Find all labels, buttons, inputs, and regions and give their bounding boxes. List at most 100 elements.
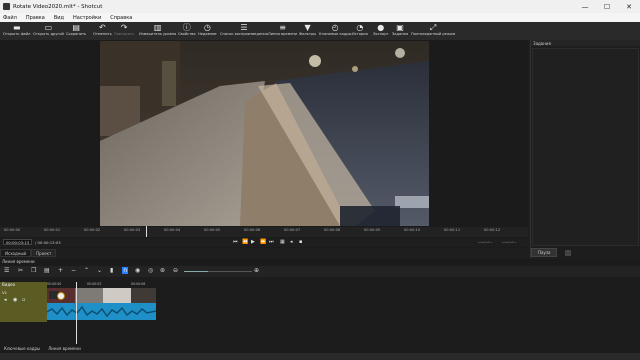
fullscreen-button[interactable]: ⤢ Полноэкранный режим <box>411 22 455 40</box>
timeline-zoom-fill <box>184 271 208 272</box>
jobs-button[interactable]: ▣ Задания <box>392 22 408 40</box>
position-timecode[interactable]: 00:00:03:13 <box>3 239 33 245</box>
timeline-ruler-label: 00:00:06 <box>131 282 146 286</box>
snap-icon[interactable]: ∩ <box>122 267 129 274</box>
menu-view[interactable]: Вид <box>54 15 64 21</box>
cut-icon[interactable]: ✂ <box>18 267 23 274</box>
playlist-button[interactable]: ☰ Список воспроизведения <box>220 22 268 40</box>
timeline-ruler-label: 00:00:00 <box>47 282 62 286</box>
skip-next-icon[interactable]: ⏭ <box>269 239 274 245</box>
append-icon[interactable]: + <box>58 267 63 274</box>
lock-icon[interactable]: ▫ <box>22 297 25 303</box>
filter-icon: ▼ <box>304 23 311 32</box>
ruler-label: 00:00:02 <box>84 228 101 232</box>
in-point-timecode[interactable]: --:--:--:-- <box>478 240 492 244</box>
play-icon[interactable]: ▶ <box>251 239 255 245</box>
jobs-list[interactable] <box>532 48 639 246</box>
maximize-button[interactable]: ☐ <box>596 3 618 11</box>
jobs-controls: Пауза <box>531 248 572 257</box>
skip-previous-icon[interactable]: ⏮ <box>233 239 238 245</box>
menu-help[interactable]: Справка <box>110 15 132 21</box>
hide-track-icon[interactable]: ◉ <box>13 297 17 303</box>
zoom-icon[interactable]: ▪ <box>299 239 302 245</box>
open-other-button[interactable]: ▭ Открыть другой <box>33 22 64 40</box>
folder-icon: ▬ <box>12 23 21 32</box>
ruler-label: 00:00:10 <box>404 228 421 232</box>
menu-edit[interactable]: Правка <box>26 15 45 21</box>
shotcut-app-icon <box>3 3 10 10</box>
audio-meter-button[interactable]: ▥ Измеритель уровня <box>139 22 176 40</box>
duration-label: / 00:00:13:03 <box>35 240 61 245</box>
timeline-menu-icon[interactable]: ☰ <box>4 267 9 274</box>
timeline-playhead[interactable] <box>76 282 77 344</box>
jobs-panel-title: Задания <box>531 40 640 46</box>
recent-button[interactable]: ◷ Недавние <box>198 22 217 40</box>
paste-icon[interactable]: ▤ <box>44 267 50 274</box>
timeline-toolbar: ☰ ✂ ❐ ▤ + − ⌃ ⌄ ▮ ∩ ◉ ◎ ⊛ ⊖ ⊕ <box>0 266 640 277</box>
track-header-v1[interactable]: Видео V1 ◂ ◉ ▫ <box>0 282 47 322</box>
out-point-timecode[interactable]: --:--:--:-- <box>502 240 516 244</box>
ruler-label: 00:00:11 <box>444 228 461 232</box>
properties-button[interactable]: ⓘ Свойства <box>178 22 196 40</box>
export-button[interactable]: ● Экспорт <box>373 22 389 40</box>
history-button[interactable]: ◔ История <box>352 22 368 40</box>
track-id: V1 <box>2 290 8 295</box>
meter-icon: ▥ <box>153 23 162 32</box>
transport-bar: 00:00:03:13 / 00:00:13:03 ⏮ ⏪ ▶ ⏩ ⏭ ▦ ◂ … <box>0 238 528 247</box>
video-preview[interactable] <box>100 41 429 226</box>
lift-icon[interactable]: ⌃ <box>84 267 89 274</box>
window-title: Rotate Video2020.mlt* - Shotcut <box>13 3 103 10</box>
timeline-button[interactable]: ≡ Линия времени <box>268 22 297 40</box>
timeline-ruler-label: 00:00:03 <box>87 282 102 286</box>
timeline-clip[interactable] <box>47 288 156 320</box>
volume-icon[interactable]: ◂ <box>290 239 293 245</box>
redo-button[interactable]: ↷ Повторить <box>114 22 134 40</box>
ruler-label: 00:00:05 <box>204 228 221 232</box>
fast-forward-icon[interactable]: ⏩ <box>260 239 266 245</box>
keyframes-button[interactable]: ◴ Ключевые кадры <box>319 22 352 40</box>
close-button[interactable]: ✕ <box>618 3 640 11</box>
zoom-in-icon[interactable]: ⊕ <box>254 267 259 274</box>
ruler-label: 00:00:04 <box>164 228 181 232</box>
scrub-icon[interactable]: ◉ <box>135 267 140 274</box>
timeline-icon: ≡ <box>279 23 286 32</box>
ruler-label: 00:00:07 <box>284 228 301 232</box>
track-name: Видео <box>2 282 16 287</box>
open-file-button[interactable]: ▬ Открыть файл <box>3 22 30 40</box>
ripple-all-icon[interactable]: ⊛ <box>160 267 165 274</box>
mute-icon[interactable]: ◂ <box>4 297 7 303</box>
save-button[interactable]: ▤ Сохранить <box>66 22 86 40</box>
filters-button[interactable]: ▼ Фильтры <box>299 22 316 40</box>
clip-fade-handle[interactable] <box>57 292 65 300</box>
open-other-icon: ▭ <box>44 23 53 32</box>
ruler-label: 00:00:01 <box>44 228 61 232</box>
fullscreen-icon: ⤢ <box>429 23 437 32</box>
jobs-icon: ▣ <box>396 23 404 32</box>
grid-toggle-icon[interactable]: ▦ <box>280 239 285 245</box>
ruler-label: 00:00:06 <box>244 228 261 232</box>
bottom-tabs: Ключевые кадры Линия времени <box>0 344 640 353</box>
zoom-out-icon[interactable]: ⊖ <box>173 267 178 274</box>
rewind-icon[interactable]: ⏪ <box>242 239 248 245</box>
menu-settings[interactable]: Настройки <box>73 15 101 21</box>
remove-icon[interactable]: − <box>71 267 76 274</box>
timeline-panel-title: Линия времени <box>0 259 640 266</box>
player-ruler[interactable]: 00:00:00 00:00:01 00:00:02 00:00:03 00:0… <box>0 227 528 237</box>
recent-icon: ◷ <box>203 23 211 32</box>
jobs-menu-icon[interactable] <box>565 249 572 256</box>
ruler-label: 00:00:09 <box>364 228 381 232</box>
split-icon[interactable]: ▮ <box>110 267 113 274</box>
tab-timeline[interactable]: Линия времени <box>44 344 85 353</box>
save-icon: ▤ <box>72 23 80 32</box>
tab-source[interactable]: Исходный <box>0 249 32 257</box>
tab-project[interactable]: Проект <box>31 249 57 257</box>
pause-jobs-button[interactable]: Пауза <box>531 248 558 257</box>
tab-keyframes[interactable]: Ключевые кадры <box>0 344 44 353</box>
player-playhead[interactable] <box>146 226 147 237</box>
overwrite-icon[interactable]: ⌄ <box>97 267 102 274</box>
undo-button[interactable]: ↶ Отменить <box>93 22 112 40</box>
minimize-button[interactable]: — <box>574 3 596 11</box>
ripple-icon[interactable]: ◎ <box>148 267 153 274</box>
copy-icon[interactable]: ❐ <box>31 267 36 274</box>
menu-file[interactable]: Файл <box>3 15 17 21</box>
